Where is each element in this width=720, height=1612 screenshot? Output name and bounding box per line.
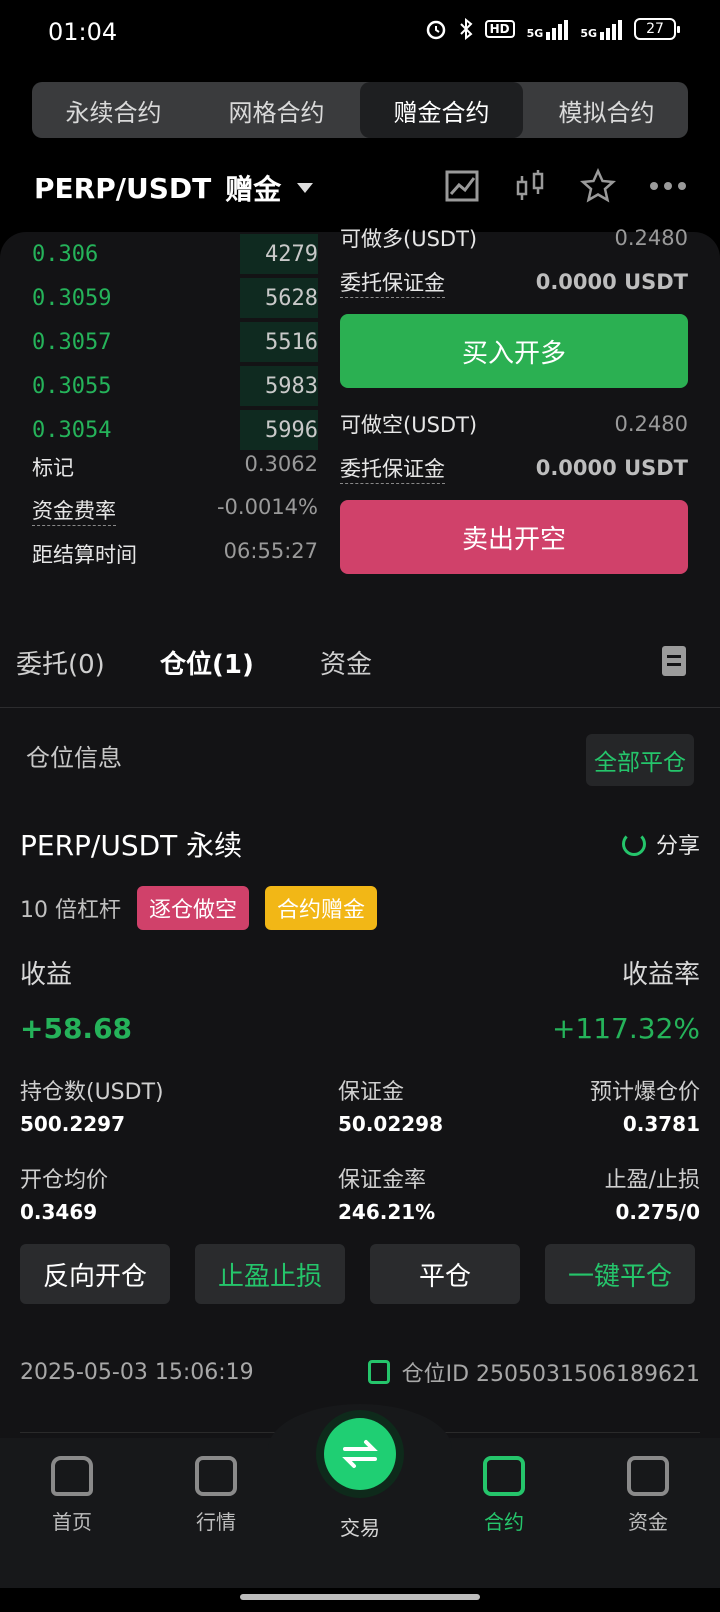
- pair-symbol: PERP/USDT: [34, 171, 212, 205]
- tab-orders[interactable]: 委托(0): [16, 644, 105, 681]
- quick-close-button[interactable]: 一键平仓: [545, 1244, 695, 1304]
- orderbook-row[interactable]: 0.3055 5983: [32, 364, 318, 408]
- tab-positions[interactable]: 仓位(1): [160, 644, 254, 681]
- roe-value: +117.32%: [551, 1012, 700, 1045]
- status-bar: 01:04 HD 5G 5G 27: [0, 0, 720, 66]
- short-section: 可做空(USDT) 0.2480 委托保证金 0.0000 USDT 卖出开空: [340, 404, 688, 574]
- tab-grid[interactable]: 网格合约: [195, 82, 358, 138]
- share-button[interactable]: 分享: [621, 828, 700, 860]
- pnl-value: +58.68: [20, 1012, 133, 1045]
- section-title: 仓位信息: [26, 744, 122, 772]
- bonus-badge: 合约赠金: [265, 886, 378, 930]
- star-icon[interactable]: [579, 167, 617, 204]
- reverse-position-button[interactable]: 反向开仓: [20, 1244, 170, 1304]
- more-icon[interactable]: [648, 168, 686, 204]
- tpsl-value: 0.275/0: [615, 1200, 700, 1224]
- orderbook-row[interactable]: 0.3059 5628: [32, 276, 318, 320]
- sell-short-button[interactable]: 卖出开空: [340, 500, 688, 574]
- entry-price-value: 0.3469: [20, 1200, 98, 1224]
- market-icon: [195, 1456, 237, 1496]
- margin-ratio-value: 246.21%: [338, 1200, 436, 1224]
- roe-label: 收益率: [621, 960, 700, 990]
- tab-funds[interactable]: 资金: [320, 644, 372, 681]
- nav-market[interactable]: 行情: [156, 1456, 276, 1535]
- position-tags: 10 倍杠杆 逐仓做空 合约赠金: [20, 886, 378, 930]
- home-indicator[interactable]: [240, 1594, 480, 1600]
- nav-trade-label: 交易: [340, 1516, 380, 1540]
- bluetooth-icon: [459, 18, 473, 40]
- chart-icon[interactable]: [444, 168, 480, 204]
- caret-down-icon: [297, 183, 314, 193]
- wallet-icon: [627, 1456, 669, 1496]
- size-value: 500.2297: [20, 1112, 126, 1136]
- nav-trade-button[interactable]: [324, 1418, 396, 1490]
- avail-long-row: 可做多(USDT) 0.2480: [340, 226, 688, 251]
- position-tabs: 委托(0) 仓位(1) 资金: [0, 612, 720, 708]
- candlestick-icon[interactable]: [512, 168, 548, 204]
- pair-tag: 赠金: [225, 173, 282, 206]
- long-section: 可做多(USDT) 0.2480 委托保证金 0.0000 USDT 买入开多: [340, 218, 688, 388]
- margin-label: 保证金: [338, 1080, 405, 1105]
- entry-price-label: 开仓均价: [20, 1168, 109, 1193]
- orderbook: 0.306 4279 0.3059 5628 0.3057 5516 0.3055 59…: [32, 232, 318, 452]
- nav-assets[interactable]: 资金: [588, 1456, 708, 1535]
- nav-futures[interactable]: 合约: [444, 1456, 564, 1535]
- liq-price-value: 0.3781: [622, 1112, 700, 1136]
- avail-short-row: 可做空(USDT) 0.2480: [340, 412, 688, 437]
- status-icons: HD 5G 5G 27: [425, 18, 680, 40]
- leverage-label: 10 倍杠杆: [20, 898, 121, 923]
- tpsl-label: 止盈/止损: [604, 1168, 700, 1193]
- position-name: PERP/USDT 永续: [20, 829, 243, 862]
- funding-rate-row[interactable]: 资金费率 -0.0014%: [32, 495, 318, 526]
- orderbook-row[interactable]: 0.3057 5516: [32, 320, 318, 364]
- tpsl-button[interactable]: 止盈止损: [195, 1244, 345, 1304]
- network-5g-icon-2: 5G: [580, 18, 622, 40]
- position-timestamp: 2025-05-03 15:06:19: [20, 1360, 254, 1385]
- long-margin-row[interactable]: 委托保证金 0.0000 USDT: [340, 262, 688, 302]
- nav-home[interactable]: 首页: [12, 1456, 132, 1535]
- contract-type-tabs: 永续合约 网格合约 赠金合约 模拟合约: [32, 82, 688, 138]
- tab-perpetual[interactable]: 永续合约: [32, 82, 195, 138]
- battery-icon: 27: [634, 18, 680, 40]
- home-icon: [51, 1456, 93, 1496]
- liq-price-label: 预计爆仓价: [589, 1080, 700, 1105]
- margin-value: 50.02298: [338, 1112, 444, 1136]
- alarm-icon: [426, 20, 445, 40]
- orderbook-row[interactable]: 0.3054 5996: [32, 408, 318, 452]
- copy-icon[interactable]: [367, 1360, 390, 1384]
- share-icon: [621, 832, 646, 856]
- orderbook-row[interactable]: 0.306 4279: [32, 232, 318, 276]
- swap-icon: [342, 1440, 378, 1468]
- tab-demo[interactable]: 模拟合约: [525, 82, 688, 138]
- pnl-label: 收益: [20, 960, 73, 990]
- futures-icon: [483, 1456, 525, 1496]
- buy-long-button[interactable]: 买入开多: [340, 314, 688, 388]
- trading-panel: 0.306 4279 0.3059 5628 0.3057 5516 0.3055 59…: [0, 226, 720, 612]
- close-position-button[interactable]: 平仓: [370, 1244, 520, 1304]
- close-all-button[interactable]: 全部平仓: [586, 734, 694, 786]
- position-id[interactable]: 仓位ID 2505031506189621: [367, 1356, 700, 1388]
- header-actions: [444, 167, 686, 204]
- margin-ratio-label: 保证金率: [338, 1168, 427, 1193]
- position-card: 仓位信息 全部平仓 PERP/USDT 永续 分享 10 倍杠杆 逐仓做空 合约…: [0, 708, 720, 1438]
- network-5g-icon: 5G: [527, 18, 569, 40]
- tab-bonus[interactable]: 赠金合约: [360, 82, 523, 138]
- document-icon[interactable]: [662, 646, 686, 676]
- status-time: 01:04: [48, 18, 118, 46]
- hd-icon: HD: [484, 20, 515, 38]
- bottom-nav: 首页 行情 交易 合约 资金: [0, 1404, 720, 1588]
- short-margin-row[interactable]: 委托保证金 0.0000 USDT: [340, 448, 688, 488]
- side-badge: 逐仓做空: [137, 886, 250, 930]
- pair-selector[interactable]: PERP/USDT 赠金: [34, 168, 314, 208]
- mark-price-row: 标记 0.3062: [32, 452, 318, 480]
- settlement-time-row: 距结算时间 06:55:27: [32, 539, 318, 567]
- size-label: 持仓数(USDT): [20, 1080, 164, 1105]
